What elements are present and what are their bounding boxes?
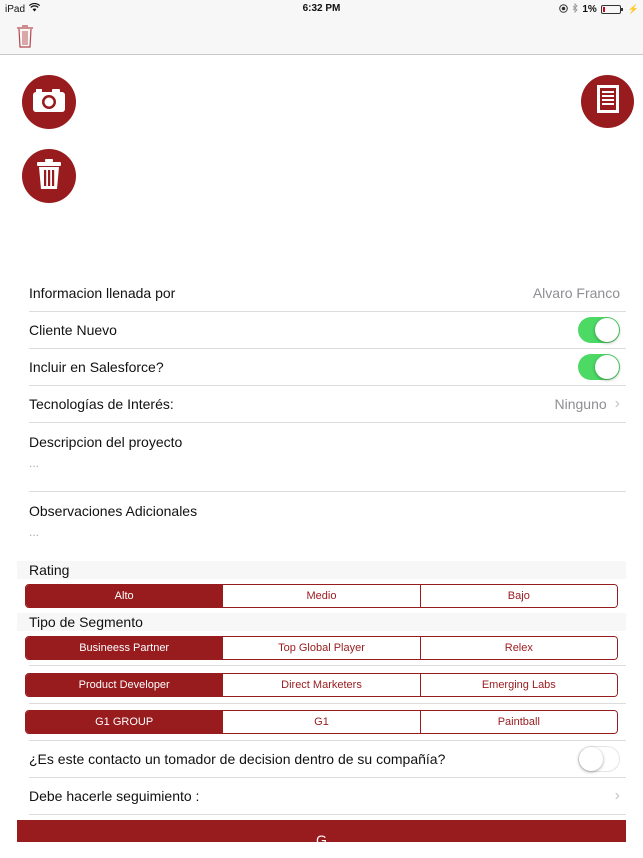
new-client-row: Cliente Nuevo [29, 312, 626, 349]
battery-percent: 1% [582, 4, 597, 15]
filled-by-label: Informacion llenada por [29, 285, 176, 301]
document-icon [596, 84, 620, 119]
delete-button[interactable] [22, 149, 76, 203]
segment-option[interactable]: Relex [419, 637, 617, 659]
new-client-label: Cliente Nuevo [29, 322, 117, 338]
divider [29, 665, 626, 666]
filled-by-value: Alvaro Franco [532, 285, 620, 301]
contact-form: Informacion llenada por Alvaro Franco Cl… [17, 275, 626, 815]
include-salesforce-label: Incluir en Salesforce? [29, 359, 164, 375]
additional-notes-placeholder: ... [29, 525, 40, 539]
technologies-label: Tecnologías de Interés: [29, 396, 174, 412]
trash-icon [36, 158, 62, 195]
segment-option[interactable]: Top Global Player [222, 637, 420, 659]
decision-maker-toggle[interactable] [578, 746, 620, 772]
status-bar: iPad 6:32 PM 1% ⚡ [0, 0, 643, 18]
segment-type-header: Tipo de Segmento [17, 613, 626, 631]
segment-option[interactable]: Paintball [419, 711, 617, 733]
camera-icon [32, 87, 66, 118]
project-description-field[interactable]: Descripcion del proyecto ... [29, 423, 626, 492]
trash-icon[interactable] [15, 23, 35, 49]
segment-option[interactable]: G1 [222, 711, 420, 733]
project-description-label: Descripcion del proyecto [29, 434, 183, 450]
segment-option[interactable]: G1 GROUP [26, 711, 223, 733]
rating-option-bajo[interactable]: Bajo [419, 585, 617, 607]
navigation-bar [0, 18, 643, 55]
filled-by-row: Informacion llenada por Alvaro Franco [29, 275, 626, 312]
segment-option[interactable]: Direct Marketers [222, 674, 420, 696]
toggle-knob [579, 747, 603, 771]
segment-option[interactable]: Product Developer [26, 674, 223, 696]
follow-up-label: Debe hacerle seguimiento : [29, 788, 200, 804]
orientation-lock-icon [559, 3, 569, 16]
charging-icon: ⚡ [627, 4, 639, 14]
camera-button[interactable] [22, 75, 76, 129]
include-salesforce-row: Incluir en Salesforce? [29, 349, 626, 386]
project-description-placeholder: ... [29, 456, 40, 470]
follow-up-row[interactable]: Debe hacerle seguimiento : › [29, 778, 626, 815]
technologies-value: Ninguno [554, 396, 607, 412]
segment-option[interactable]: Busineess Partner [26, 637, 223, 659]
segment-type-control-2: Product Developer Direct Marketers Emerg… [25, 673, 618, 697]
additional-notes-field[interactable]: Observaciones Adicionales ... [29, 492, 626, 561]
segment-type-control-1: Busineess Partner Top Global Player Rele… [25, 636, 618, 660]
rating-option-medio[interactable]: Medio [222, 585, 420, 607]
decision-maker-label: ¿Es este contacto un tomador de decision… [29, 751, 446, 767]
toggle-knob [595, 355, 619, 379]
chevron-right-icon: › [614, 395, 620, 412]
rating-header: Rating [17, 561, 626, 579]
technologies-row[interactable]: Tecnologías de Interés: Ninguno › [29, 386, 626, 423]
divider [29, 703, 626, 704]
rating-option-alto[interactable]: Alto [26, 585, 223, 607]
rating-segmented-control: Alto Medio Bajo [25, 584, 618, 608]
segment-option[interactable]: Emerging Labs [419, 674, 617, 696]
battery-icon [600, 5, 623, 14]
include-salesforce-toggle[interactable] [578, 354, 620, 380]
chevron-right-icon: › [614, 787, 620, 804]
toggle-knob [595, 318, 619, 342]
additional-notes-label: Observaciones Adicionales [29, 503, 198, 519]
bluetooth-icon [572, 2, 578, 16]
save-button[interactable]: G [17, 820, 626, 842]
new-client-toggle[interactable] [578, 317, 620, 343]
document-button[interactable] [581, 75, 634, 128]
segment-type-control-3: G1 GROUP G1 Paintball [25, 710, 618, 734]
clock: 6:32 PM [302, 3, 341, 14]
decision-maker-row: ¿Es este contacto un tomador de decision… [29, 741, 626, 778]
